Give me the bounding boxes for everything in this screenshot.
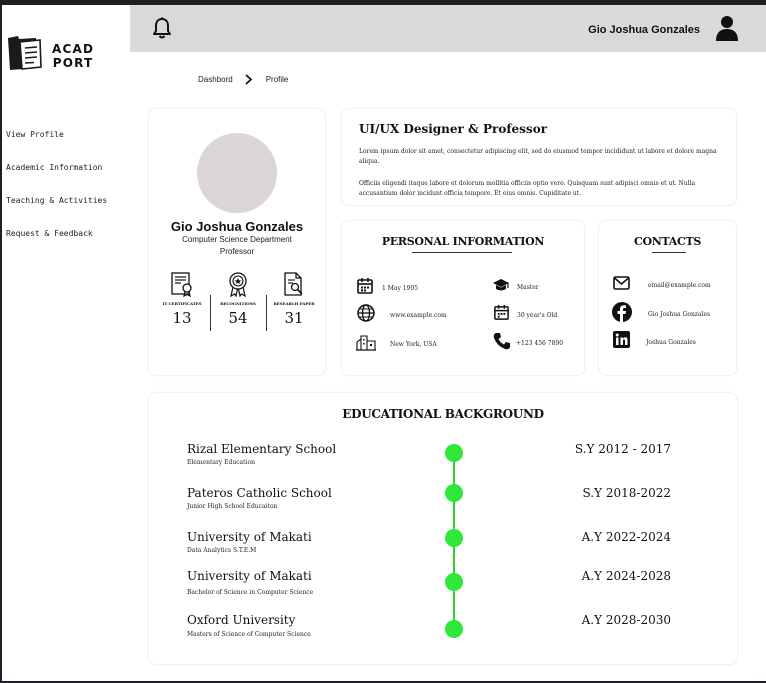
personal-info-card: PERSONAL INFORMATION 1 May 1995 Master w…: [341, 220, 585, 376]
phone-value: +123 456 7890: [516, 340, 564, 347]
timeline-dot: [445, 573, 463, 591]
mail-icon: [613, 276, 630, 295]
school-years: A.Y 2022-2024: [581, 530, 671, 544]
linkedin-icon: [613, 331, 630, 353]
school-level: Elementary Education: [187, 459, 255, 466]
timeline-dot: [445, 620, 463, 638]
contacts-card: CONTACTS email@example.com Gio Joshua Go…: [598, 220, 737, 376]
research-paper-icon: [266, 271, 322, 297]
school-level: Data Analytics S.T.E.M: [187, 547, 257, 554]
about-title: UI/UX Designer & Professor: [359, 122, 548, 136]
school-name: Rizal Elementary School: [187, 442, 337, 456]
address-value: New York, USA: [390, 341, 437, 348]
user-icon[interactable]: [716, 15, 738, 46]
contact-linkedin: Joshua Gonzales: [613, 331, 696, 353]
sidebar-nav: View Profile Academic Information Teachi…: [6, 130, 107, 262]
about-paragraph-1: Lorem ipsum dolor sit amet, consectetur …: [359, 148, 717, 165]
school-level: Junior High School Educaiton: [187, 503, 278, 510]
sidebar-item-teaching-activities[interactable]: Teaching & Activities: [6, 196, 107, 229]
profile-department: Computer Science Department: [182, 235, 292, 244]
website-value[interactable]: www.example.com: [390, 312, 447, 319]
stat-value: 13: [172, 309, 192, 327]
stat-label: RECOGNITIONS: [220, 301, 256, 306]
phone-icon: [493, 332, 510, 355]
age-value: 30 year's Old: [517, 311, 558, 319]
profile-role: Professor: [219, 247, 255, 256]
school-level: Masters of Science of Computer Science: [187, 631, 311, 638]
school-level: Bachelor of Science in Computer Science: [187, 589, 314, 596]
education-value: Master: [517, 284, 539, 291]
stat-label: RESEARCH PAPER: [273, 301, 315, 306]
city-icon: [356, 333, 376, 356]
school-years: A.Y 2024-2028: [581, 569, 671, 583]
header-user-name[interactable]: Gio Joshua Gonzales: [588, 24, 700, 36]
personal-info-title: PERSONAL INFORMATION: [381, 235, 545, 248]
school-name: Oxford University: [187, 613, 296, 627]
breadcrumb-profile: Profile: [265, 75, 289, 84]
timeline-dot: [445, 484, 463, 502]
school-years: S.Y 2018-2022: [582, 486, 671, 500]
stat-research-papers: RESEARCH PAPER 31: [266, 271, 322, 327]
logo-text: ACAD PORT: [52, 42, 94, 70]
folder-logo-icon: [6, 34, 44, 77]
title-underline: [652, 252, 686, 253]
school-years: A.Y 2028-2030: [581, 613, 671, 627]
stat-recognitions: RECOGNITIONS 54: [210, 271, 266, 327]
facebook-icon: [612, 302, 632, 327]
timeline-dot: [445, 529, 463, 547]
stat-label: IT CERTIFICATES: [162, 301, 202, 306]
info-phone: +123 456 7890: [493, 332, 563, 355]
contact-facebook: Gio Joshua Gonzales: [612, 302, 710, 327]
chevron-right-icon: [245, 74, 252, 85]
sidebar-item-academic-information[interactable]: Academic Information: [6, 163, 107, 196]
stat-value: 54: [228, 309, 248, 327]
graduation-cap-icon: [492, 277, 510, 298]
school-name: University of Makati: [187, 530, 312, 544]
about-card: UI/UX Designer & Professor Lorem ipsum d…: [341, 108, 737, 206]
avatar: [197, 133, 277, 213]
logo-line-2: PORT: [52, 55, 94, 70]
top-bar: Gio Joshua Gonzales: [130, 5, 766, 52]
bell-icon[interactable]: [152, 17, 172, 44]
info-education: Master: [492, 277, 539, 298]
globe-icon: [356, 303, 376, 328]
contact-email: email@example.com: [613, 276, 711, 295]
stat-value: 31: [284, 309, 304, 327]
calendar-icon: [356, 277, 374, 300]
linkedin-value[interactable]: Joshua Gonzales: [646, 339, 696, 346]
timeline-dot: [445, 444, 463, 462]
award-icon: [210, 271, 266, 298]
logo-line-1: ACAD: [52, 41, 95, 56]
info-website: www.example.com: [356, 303, 447, 328]
stat-certificates: IT CERTIFICATES 13: [154, 271, 210, 327]
app-logo[interactable]: ACAD PORT: [6, 34, 94, 77]
info-birthdate: 1 May 1995: [356, 277, 418, 300]
info-age: 30 year's Old: [493, 304, 557, 326]
education-title: EDUCATIONAL BACKGROUND: [342, 407, 544, 421]
about-paragraph-2: Officiis eligendi itaque labore et dolor…: [359, 180, 696, 197]
certificate-icon: [154, 271, 210, 298]
calendar-icon: [493, 304, 510, 326]
birthdate-value: 1 May 1995: [382, 285, 419, 292]
email-value[interactable]: email@example.com: [648, 282, 711, 289]
breadcrumb: Dashbord Profile: [198, 74, 288, 85]
contacts-title: CONTACTS: [634, 235, 701, 248]
education-card: EDUCATIONAL BACKGROUND Rizal Elementary …: [148, 392, 738, 665]
facebook-value[interactable]: Gio Joshua Gonzales: [648, 311, 710, 318]
school-name: Pateros Catholic School: [187, 486, 332, 500]
school-name: University of Makati: [187, 569, 312, 583]
profile-card: Gio Joshua Gonzales Computer Science Dep…: [148, 108, 326, 376]
title-underline: [412, 252, 512, 253]
info-address: New York, USA: [356, 333, 437, 356]
sidebar-item-request-feedback[interactable]: Request & Feedback: [6, 229, 107, 262]
sidebar-item-view-profile[interactable]: View Profile: [6, 130, 107, 163]
school-years: S.Y 2012 - 2017: [574, 442, 671, 456]
breadcrumb-dashboard[interactable]: Dashbord: [198, 75, 233, 84]
profile-name: Gio Joshua Gonzales: [170, 219, 304, 234]
